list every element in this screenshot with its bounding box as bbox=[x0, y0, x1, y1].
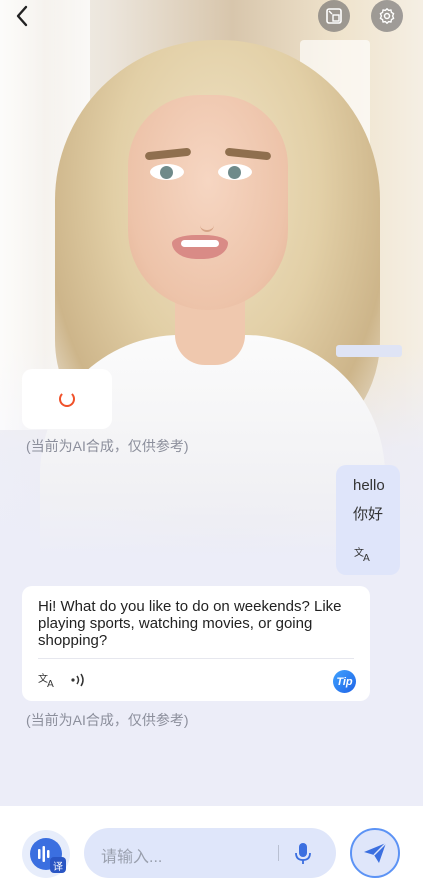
user-message-text: hello bbox=[353, 477, 385, 494]
settings-button[interactable] bbox=[371, 0, 403, 32]
chevron-left-icon bbox=[16, 5, 28, 27]
user-message-bubble: hello 你好 文 A bbox=[336, 465, 400, 575]
microphone-icon[interactable] bbox=[294, 842, 312, 866]
message-input[interactable]: 请输入... bbox=[84, 828, 336, 878]
tip-button[interactable]: Tip bbox=[333, 670, 356, 693]
voice-translate-icon: 译 bbox=[30, 838, 66, 873]
translate-icon[interactable]: 文 A bbox=[38, 671, 58, 689]
spinner-icon bbox=[59, 391, 75, 407]
input-placeholder: 请输入... bbox=[101, 849, 163, 866]
user-message-translation: 你好 bbox=[353, 506, 384, 523]
audio-wave-icon[interactable] bbox=[70, 672, 88, 688]
send-icon bbox=[364, 842, 387, 863]
send-button[interactable] bbox=[350, 828, 400, 878]
svg-text:A: A bbox=[47, 679, 54, 689]
ai-disclaimer: (当前为AI合成，仅供参考) bbox=[26, 438, 189, 454]
ai-disclaimer: (当前为AI合成，仅供参考) bbox=[26, 712, 189, 728]
translate-badge: 译 bbox=[50, 857, 66, 873]
svg-text:A: A bbox=[363, 553, 370, 563]
screen-switch-icon bbox=[326, 8, 342, 24]
loading-bubble bbox=[22, 369, 112, 429]
window-sill bbox=[336, 345, 402, 357]
divider bbox=[38, 658, 354, 659]
ai-message-bubble: Hi! What do you like to do on weekends? … bbox=[22, 586, 370, 701]
back-button[interactable] bbox=[8, 2, 36, 30]
voice-translate-button[interactable]: 译 bbox=[22, 830, 70, 878]
translate-icon[interactable]: 文 A bbox=[354, 545, 374, 563]
switch-view-button[interactable] bbox=[318, 0, 350, 32]
ai-message-text: Hi! What do you like to do on weekends? … bbox=[38, 598, 342, 649]
input-divider bbox=[278, 845, 279, 861]
gear-icon bbox=[379, 8, 395, 24]
